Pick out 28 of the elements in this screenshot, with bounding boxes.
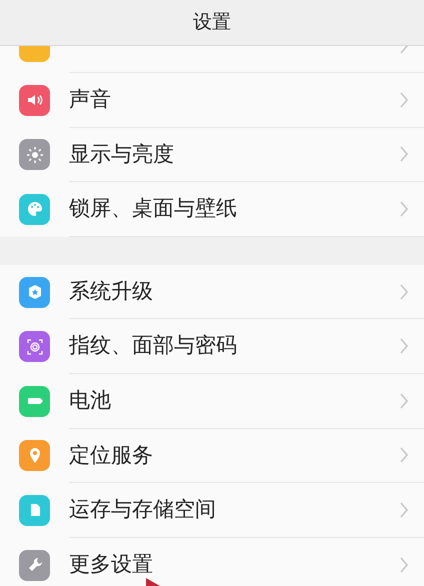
chevron-icon [400, 502, 408, 518]
settings-item[interactable]: 运存与存储空间 [0, 483, 424, 538]
item-label: 更多设置 [69, 551, 154, 578]
item-label: 指纹、面部与密码 [69, 332, 238, 360]
item-label: 锁屏、桌面与壁纸 [69, 195, 238, 222]
item-label: 电池 [69, 387, 112, 414]
chevron-icon [400, 392, 408, 409]
settings-item[interactable]: 电池 [0, 374, 424, 429]
settings-item[interactable]: 定位服务 [0, 428, 424, 484]
chevron-icon [400, 200, 408, 217]
settings-item[interactable]: 声音 [0, 73, 424, 128]
item-label: 声音 [69, 86, 112, 114]
item-label: 定位服务 [69, 442, 154, 469]
chevron-icon [400, 447, 408, 464]
item-label: 系统升级 [69, 278, 154, 305]
page-title: 设置 [193, 10, 231, 36]
chevron-icon [400, 284, 408, 300]
settings-item[interactable]: 更多设置 [0, 538, 424, 586]
chevron-icon [400, 338, 408, 354]
chevron-icon [400, 146, 408, 162]
item-label: 显示与亮度 [69, 140, 175, 168]
chevron-icon [400, 92, 408, 108]
chevron-icon [400, 46, 408, 53]
settings-item[interactable]: 显示与亮度 [0, 128, 424, 182]
settings-item[interactable]: 系统升级 [0, 264, 424, 320]
settings-item[interactable]: 指纹、面部与密码 [0, 319, 424, 374]
item-label: 运存与存储空间 [69, 496, 217, 524]
chevron-icon [400, 557, 408, 574]
